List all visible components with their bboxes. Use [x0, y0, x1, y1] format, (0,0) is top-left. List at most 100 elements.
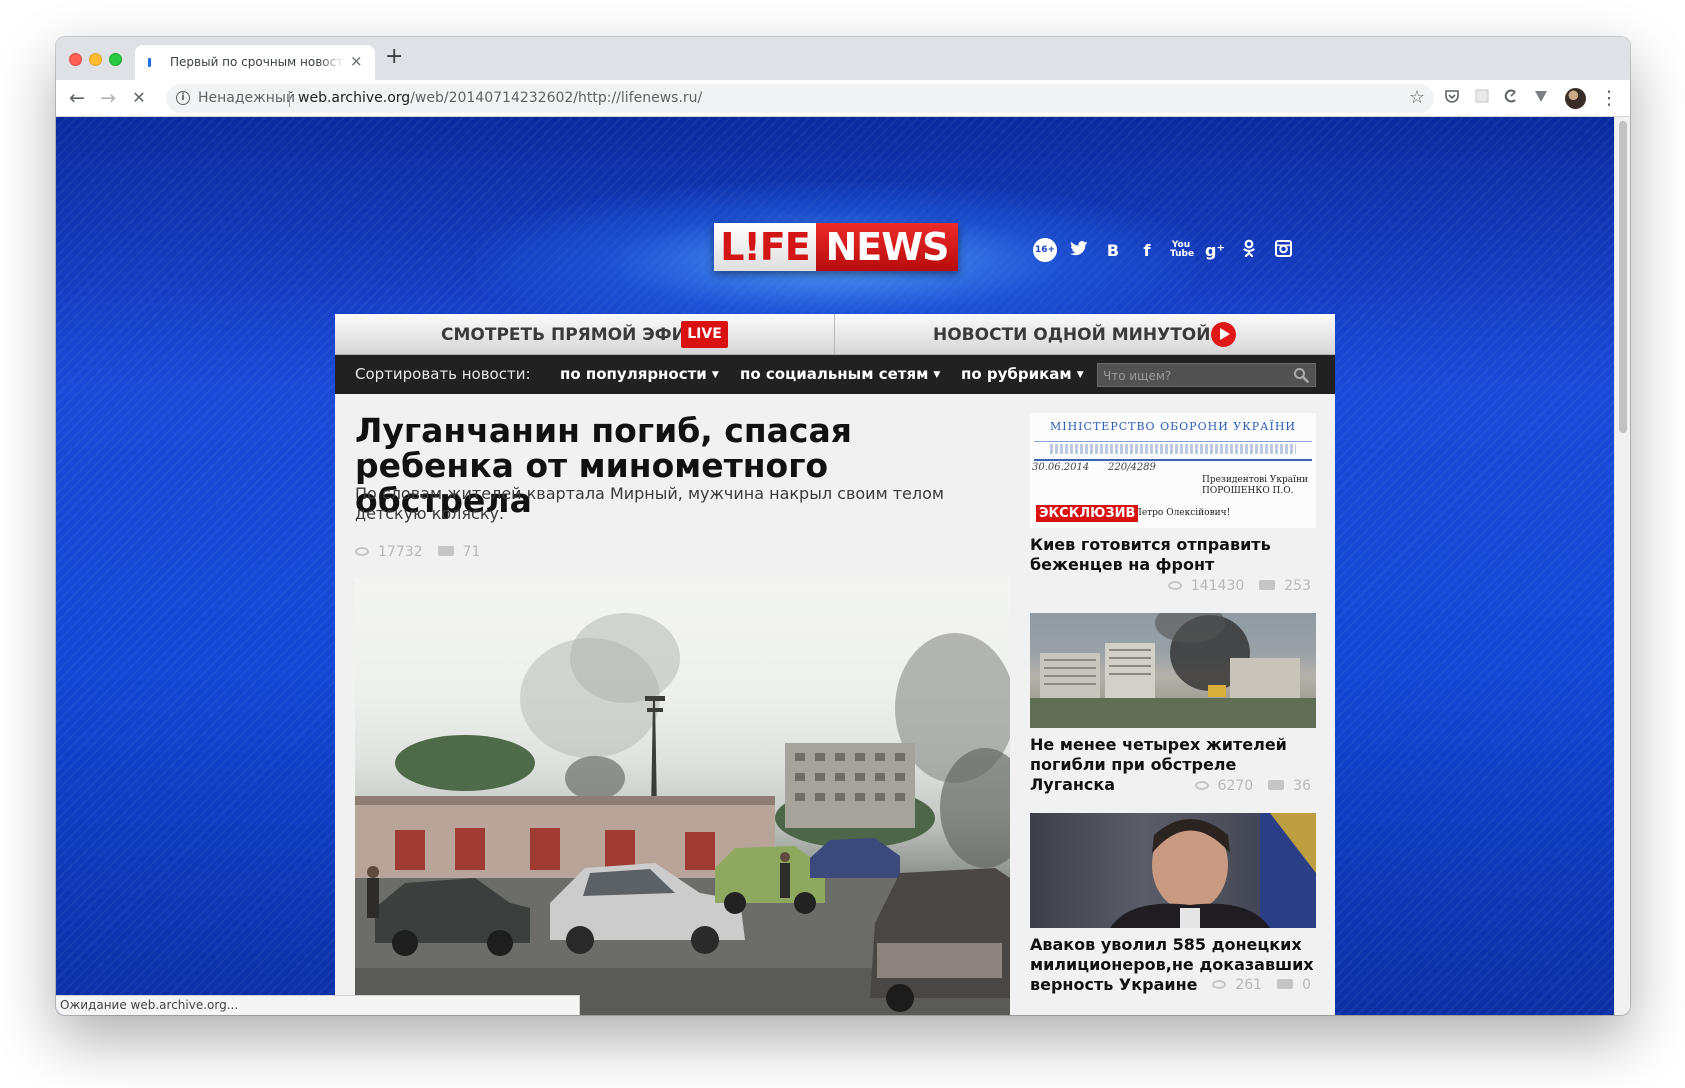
vk-icon[interactable]: B [1102, 241, 1124, 260]
comments-icon [1259, 580, 1276, 590]
sort-bar: Сортировать новости: по популярности ▼ по… [335, 355, 1335, 394]
google-plus-icon[interactable]: g⁺ [1204, 241, 1226, 260]
odnoklassniki-icon[interactable] [1238, 239, 1260, 261]
document-addressee: Президентові України ПОРОШЕНКО П.О. [1202, 475, 1309, 496]
logo-life-text: L!FE [714, 223, 816, 271]
live-badge: LIVE [681, 321, 728, 348]
side-article-1-comments: 253 [1284, 578, 1311, 594]
page-viewport: L!FE NEWS 16+ B f You Tube g⁺ СМОТРЕТЬ ПР… [56, 117, 1614, 1015]
search-input[interactable] [1103, 367, 1283, 384]
chevron-down-icon: ▼ [1076, 370, 1084, 380]
main-article-views: 17732 [378, 544, 423, 560]
side-article-2-meta: 6270 36 [1194, 778, 1311, 794]
extension-c-icon[interactable] [1501, 88, 1521, 108]
insecure-label[interactable]: Ненадежный [198, 90, 295, 106]
sort-popularity-label: по популярности [560, 365, 707, 383]
side-article-1-views: 141430 [1190, 578, 1245, 594]
info-icon[interactable]: i [176, 91, 190, 105]
main-article-comments: 71 [462, 544, 481, 560]
chevron-down-icon: ▼ [711, 370, 719, 380]
tab-close-icon[interactable]: × [350, 52, 363, 70]
browser-window: Первый по срочным новостям × + ← → ✕ i Н… [56, 37, 1630, 1015]
side-article-3-comments: 0 [1302, 977, 1311, 993]
scrollbar-thumb[interactable] [1619, 121, 1627, 433]
sort-social-label: по социальным сетям [740, 365, 929, 383]
city-smoke-scene [1030, 613, 1316, 728]
pocket-extension-icon[interactable] [1442, 88, 1462, 108]
side-article-1-image[interactable]: МІНІСТЕРСТВО ОБОРОНИ УКРАЇНИ 30.06.2014 … [1030, 413, 1316, 528]
views-icon [1212, 980, 1227, 989]
browser-menu-button[interactable]: ⋮ [1596, 85, 1622, 111]
sort-by-popularity-dropdown[interactable]: по популярности ▼ [560, 365, 719, 383]
close-window-button[interactable] [69, 53, 82, 66]
address-bar[interactable]: i Ненадежный web.archive.org/web/2014071… [166, 84, 1434, 113]
bookmark-star-icon[interactable]: ☆ [1409, 87, 1425, 108]
url-text[interactable]: web.archive.org/web/20140714232602/http:… [298, 90, 702, 106]
document-rule [1034, 459, 1312, 461]
document-number: 220/4289 [1108, 462, 1156, 473]
main-article-photo[interactable] [355, 578, 1010, 1015]
search-box [1097, 363, 1316, 387]
comments-icon [437, 546, 454, 556]
status-bubble: Ожидание web.archive.org... [56, 995, 580, 1015]
side-article-3-views: 261 [1235, 977, 1263, 993]
watch-live-button[interactable]: СМОТРЕТЬ ПРЯМОЙ ЭФИР LIVE [335, 314, 834, 355]
side-article-2-image[interactable] [1030, 613, 1316, 728]
sort-by-rubric-dropdown[interactable]: по рубрикам ▼ [961, 365, 1084, 383]
page-scrollbar[interactable] [1614, 117, 1630, 1015]
side-article-3-image[interactable] [1030, 813, 1316, 928]
search-icon[interactable] [1293, 367, 1309, 383]
tab-strip: Первый по срочным новостям × + [56, 37, 1630, 80]
one-minute-label: НОВОСТИ ОДНОЙ МИНУТОЙ [933, 325, 1211, 345]
main-photo-scene [355, 613, 1010, 1015]
watch-live-label: СМОТРЕТЬ ПРЯМОЙ ЭФИР [441, 325, 699, 345]
main-article-lead: По словам жителей квартала Мирный, мужчи… [355, 484, 944, 523]
forward-button[interactable]: → [95, 85, 121, 111]
age-rating-badge: 16+ [1033, 238, 1057, 262]
main-article-meta: 17732 71 [355, 544, 480, 560]
side-article-2-comments: 36 [1293, 778, 1311, 794]
new-tab-button[interactable]: + [385, 45, 403, 69]
one-minute-news-button[interactable]: НОВОСТИ ОДНОЙ МИНУТОЙ [835, 314, 1335, 355]
document-greeting: Петро Олексійович! [1134, 508, 1231, 518]
social-links: B f You Tube g⁺ [1068, 238, 1294, 262]
document-header: МІНІСТЕРСТВО ОБОРОНИ УКРАЇНИ [1049, 420, 1297, 433]
views-icon [1194, 781, 1209, 790]
profile-avatar[interactable] [1565, 88, 1586, 109]
side-article-1-meta: 141430 253 [1167, 578, 1311, 594]
twitter-icon[interactable] [1068, 240, 1090, 260]
exclusive-badge: ЭКСКЛЮЗИВ [1036, 505, 1139, 522]
facebook-icon[interactable]: f [1136, 241, 1158, 260]
youtube-icon[interactable]: You Tube [1170, 241, 1194, 259]
views-icon [355, 547, 369, 556]
document-address-lines [1050, 444, 1296, 454]
document-rule [1034, 441, 1312, 442]
url-host: web.archive.org [298, 90, 411, 106]
back-button[interactable]: ← [64, 85, 90, 111]
minimize-window-button[interactable] [89, 53, 102, 66]
chevron-down-icon: ▼ [933, 370, 941, 380]
play-icon [1211, 322, 1236, 347]
content-column: СМОТРЕТЬ ПРЯМОЙ ЭФИР LIVE НОВОСТИ ОДНОЙ … [335, 314, 1335, 1015]
loading-favicon-icon [148, 58, 151, 67]
portrait-scene [1110, 813, 1316, 928]
url-path: /web/20140714232602/http://lifenews.ru/ [410, 90, 703, 106]
sort-by-social-dropdown[interactable]: по социальным сетям ▼ [740, 365, 940, 383]
browser-tab[interactable]: Первый по срочным новостям × [135, 45, 375, 80]
side-article-2-views: 6270 [1217, 778, 1254, 794]
instagram-icon[interactable] [1272, 239, 1294, 261]
lifenews-logo[interactable]: L!FE NEWS [714, 223, 958, 271]
omnibox-divider [289, 91, 290, 107]
document-date: 30.06.2014 [1032, 462, 1090, 473]
main-body: Луганчанин погиб, спасая ребенка от мино… [335, 394, 1335, 1015]
side-article-1-title[interactable]: Киев готовится отправить беженцев на фро… [1030, 535, 1316, 575]
comments-icon [1268, 780, 1285, 790]
comments-icon [1277, 979, 1294, 989]
sort-label: Сортировать новости: [355, 365, 531, 383]
stop-loading-button[interactable]: ✕ [126, 85, 152, 111]
extension-grid-icon[interactable] [1472, 88, 1492, 108]
extension-v-icon[interactable] [1531, 88, 1551, 108]
browser-toolbar: ← → ✕ i Ненадежный web.archive.org/web/2… [56, 80, 1630, 117]
side-article-3-meta: 261 0 [1212, 977, 1311, 993]
maximize-window-button[interactable] [109, 53, 122, 66]
